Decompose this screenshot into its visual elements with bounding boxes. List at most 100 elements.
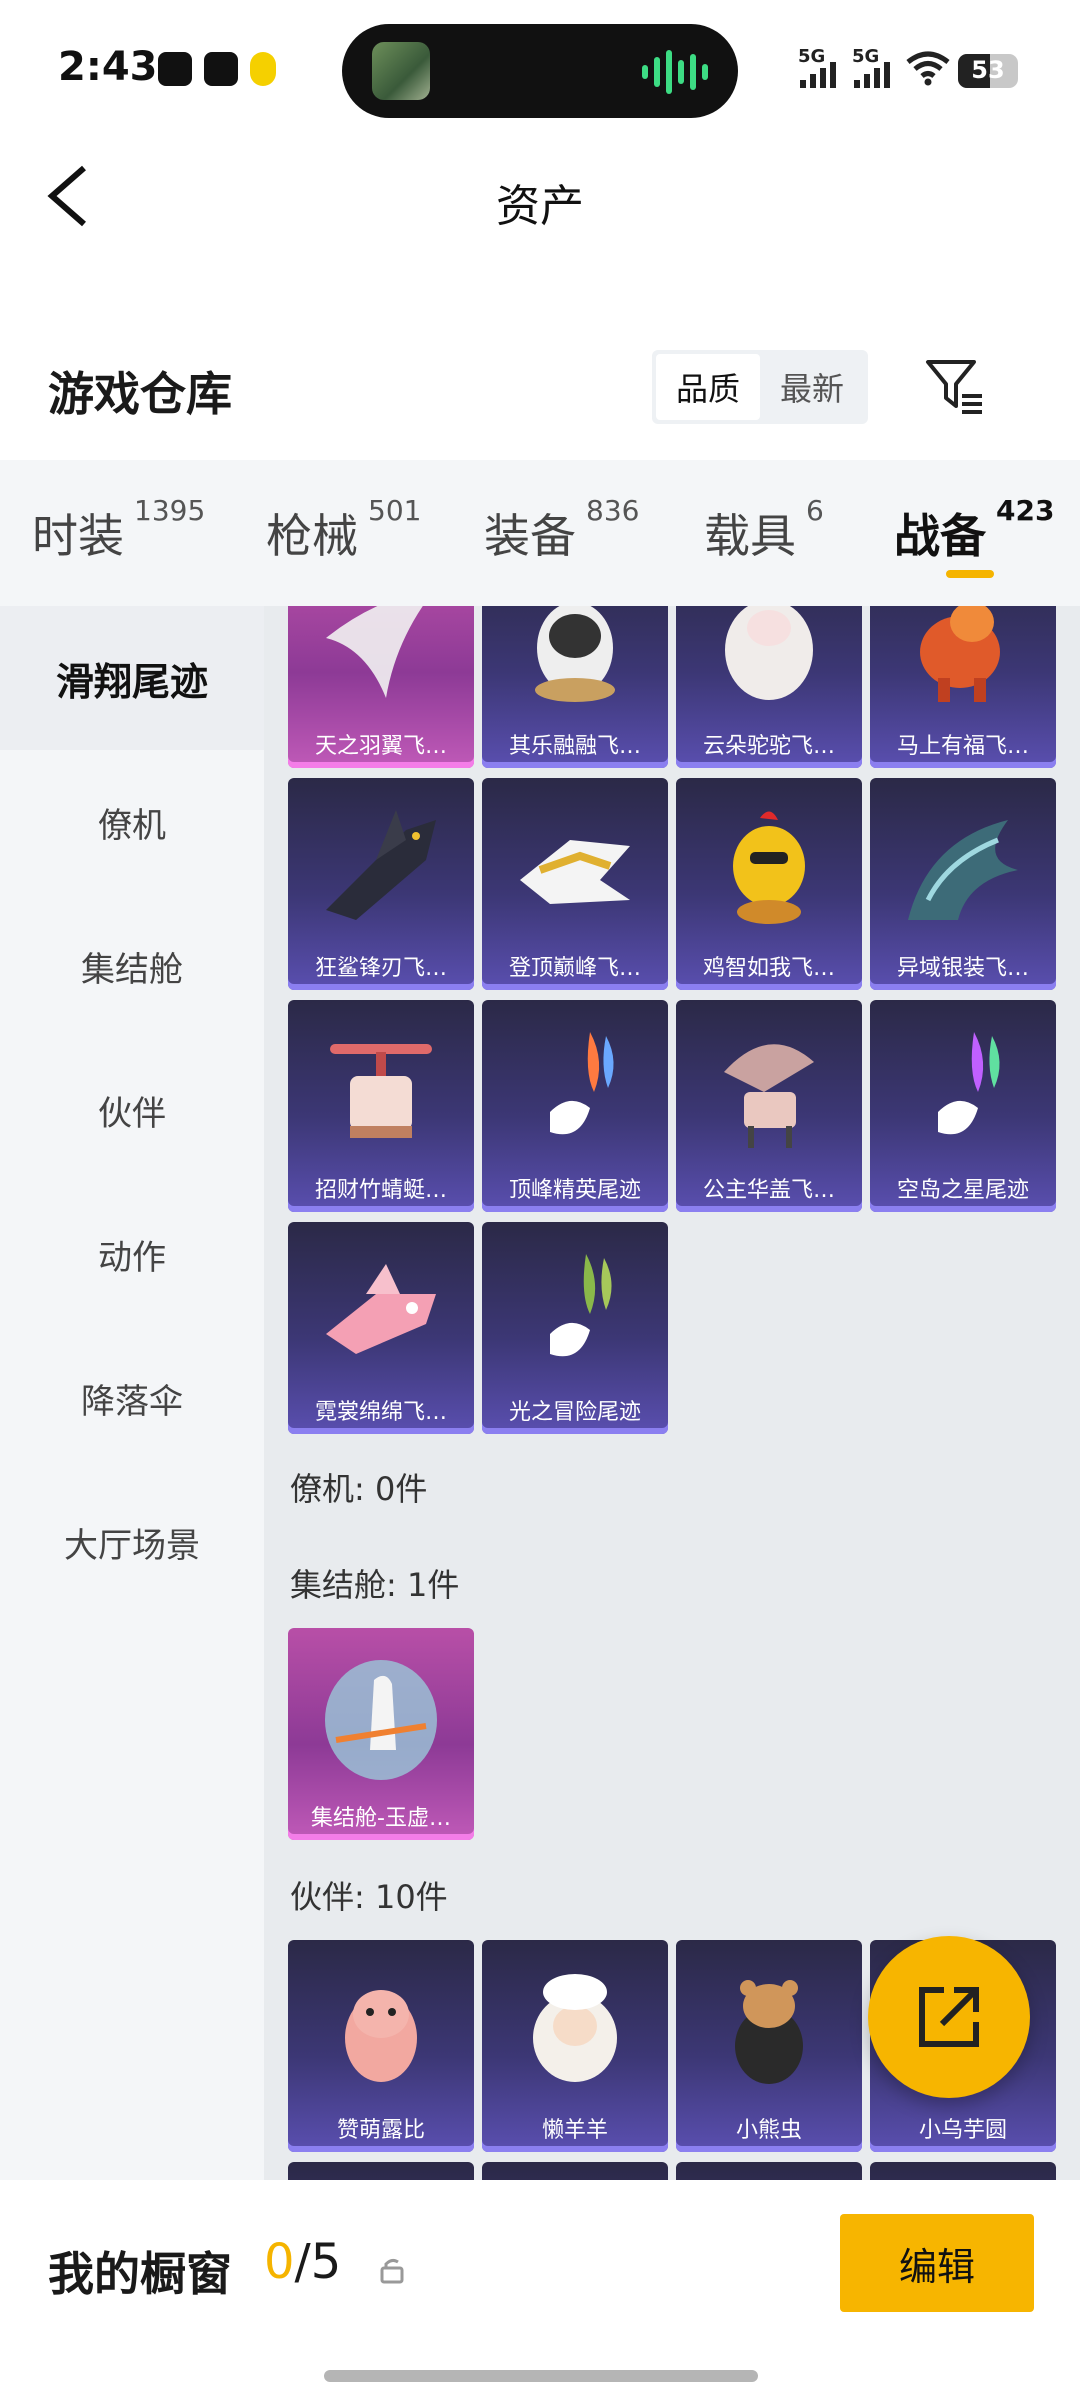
category-heading-wingman: 僚机: 0件 [290, 1470, 428, 1508]
item-card[interactable]: 公主华盖飞… [676, 1000, 862, 1212]
item-name: 其乐融融飞… [508, 734, 641, 759]
item-card[interactable]: 懒羊羊 [482, 1940, 668, 2152]
flame-trail-item-icon [550, 1032, 614, 1135]
item-card[interactable]: 赞萌露比 [288, 1940, 474, 2152]
status-bar: 2:43 5G 5G 53 [0, 0, 1080, 140]
penguin-item-icon [535, 606, 615, 702]
sidebar-item-parachute[interactable]: 降落伞 [0, 1326, 264, 1470]
showcase-current: 0 [264, 2234, 295, 2290]
item-card[interactable]: 招财竹蜻蜓… [288, 1000, 474, 1212]
sort-quality-button[interactable]: 品质 [656, 354, 760, 420]
home-indicator[interactable] [324, 2370, 758, 2382]
signal-icon-1 [800, 62, 836, 88]
battery-level: 53 [971, 56, 1005, 84]
tab-firearms[interactable]: 枪械 501 [266, 494, 421, 566]
signal-icon-2 [854, 62, 890, 88]
sort-newest-button[interactable]: 最新 [760, 354, 864, 420]
rainbow-trail-item-icon [938, 1032, 1000, 1135]
sidebar-item-wingman[interactable]: 僚机 [0, 750, 264, 894]
item-card[interactable]: 顶峰精英尾迹 [482, 1000, 668, 1212]
item-name: 马上有福飞… [896, 734, 1029, 759]
item-card[interactable]: 登顶巅峰飞… [482, 778, 668, 990]
edit-button[interactable]: 编辑 [840, 2214, 1034, 2312]
showcase-title: 我的橱窗 [48, 2247, 232, 2301]
item-card[interactable] [288, 2162, 474, 2180]
item-card[interactable] [482, 2162, 668, 2180]
beaver-item-icon [345, 1990, 417, 2082]
battery-icon: 53 [958, 54, 1018, 88]
tab-count: 1395 [134, 493, 206, 527]
bunny-notification-icon [250, 52, 276, 86]
item-card[interactable] [870, 2162, 1056, 2180]
filter-button[interactable] [924, 356, 986, 418]
sidebar-item-glide-trail[interactable]: 滑翔尾迹 [0, 606, 264, 750]
item-name: 小乌芋圆 [918, 2118, 1007, 2143]
dynamic-island[interactable] [342, 24, 738, 118]
sidebar-item-lobby-scene[interactable]: 大厅场景 [0, 1470, 264, 1614]
status-time: 2:43 [58, 44, 158, 90]
item-card[interactable]: 鸡智如我飞… [676, 778, 862, 990]
item-card[interactable]: 马上有福飞… [870, 606, 1056, 768]
sidebar-item-rally-capsule[interactable]: 集结舱 [0, 894, 264, 1038]
sheep-item-icon [533, 1974, 617, 2082]
item-name: 赞萌露比 [336, 2118, 425, 2143]
item-card[interactable]: 空岛之星尾迹 [870, 1000, 1056, 1212]
item-card[interactable] [676, 2162, 862, 2180]
app-notification-icon [158, 52, 192, 86]
tab-vehicles[interactable]: 载具 6 [704, 494, 824, 566]
sidebar-item-partner[interactable]: 伙伴 [0, 1038, 264, 1182]
tab-combat-supplies[interactable]: 战备 423 [894, 494, 1054, 566]
item-name: 鸡智如我飞… [702, 956, 835, 981]
canopy-item-icon [724, 1044, 814, 1148]
category-heading-partner: 伙伴: 10件 [290, 1878, 448, 1916]
tab-equipment[interactable]: 装备 836 [484, 494, 639, 566]
item-card[interactable]: 云朵驼驼飞… [676, 606, 862, 768]
shark-item-icon [326, 810, 436, 920]
page-title: 资产 [496, 181, 584, 232]
item-card[interactable]: 霓裳绵绵飞… [288, 1222, 474, 1434]
wifi-icon [906, 51, 950, 86]
item-name: 天之羽翼飞… [314, 734, 447, 759]
tab-fashion[interactable]: 时装 1395 [32, 494, 205, 566]
tab-label: 装备 [484, 509, 576, 563]
showcase-count: 0/5 [264, 2234, 341, 2290]
tab-count: 6 [806, 493, 824, 527]
item-name: 小熊虫 [735, 2118, 802, 2143]
bamboo-copter-item-icon [330, 1044, 432, 1138]
tab-label: 载具 [704, 509, 796, 563]
filter-icon [926, 360, 982, 414]
category-heading-capsule: 集结舱: 1件 [290, 1566, 460, 1604]
item-name: 集结舱-玉虚… [311, 1806, 451, 1831]
warehouse-title: 游戏仓库 [48, 367, 232, 421]
wings-item-icon [326, 606, 423, 698]
item-card[interactable]: 狂鲨锋刃飞… [288, 778, 474, 990]
bear-item-icon [735, 1980, 803, 2084]
item-name: 登顶巅峰飞… [508, 956, 641, 981]
dragon-wing-item-icon [908, 820, 1018, 920]
item-name: 异域银装飞… [896, 956, 1029, 981]
item-card[interactable]: 异域银装飞… [870, 778, 1056, 990]
tab-label: 战备 [894, 509, 986, 563]
tiktok-notification-icon [204, 52, 238, 86]
horse-item-icon [920, 606, 1000, 702]
sidebar-item-emote[interactable]: 动作 [0, 1182, 264, 1326]
audio-wave-icon [642, 50, 708, 94]
item-card[interactable]: 集结舱-玉虚… [288, 1628, 474, 1840]
showcase-total: /5 [294, 2234, 342, 2290]
pink-plane-item-icon [326, 1264, 436, 1354]
item-card[interactable]: 其乐融融飞… [482, 606, 668, 768]
item-name: 狂鲨锋刃飞… [314, 956, 447, 981]
share-icon [919, 1987, 979, 2047]
item-card[interactable]: 光之冒险尾迹 [482, 1222, 668, 1434]
tab-count: 423 [996, 493, 1055, 527]
tab-count: 501 [368, 493, 422, 527]
item-name: 懒羊羊 [541, 2118, 608, 2143]
category-sidebar: 滑翔尾迹 僚机 集结舱 伙伴 动作 降落伞 大厅场景 [0, 606, 264, 2180]
item-card[interactable]: 小熊虫 [676, 1940, 862, 2152]
lock-icon [380, 2258, 404, 2284]
item-name: 霓裳绵绵飞… [314, 1400, 447, 1425]
item-card[interactable]: 天之羽翼飞… [288, 606, 474, 768]
category-tabs: 时装 1395 枪械 501 装备 836 载具 6 战备 423 [0, 460, 1080, 606]
chicken-item-icon [733, 811, 805, 924]
share-button[interactable] [868, 1936, 1030, 2098]
